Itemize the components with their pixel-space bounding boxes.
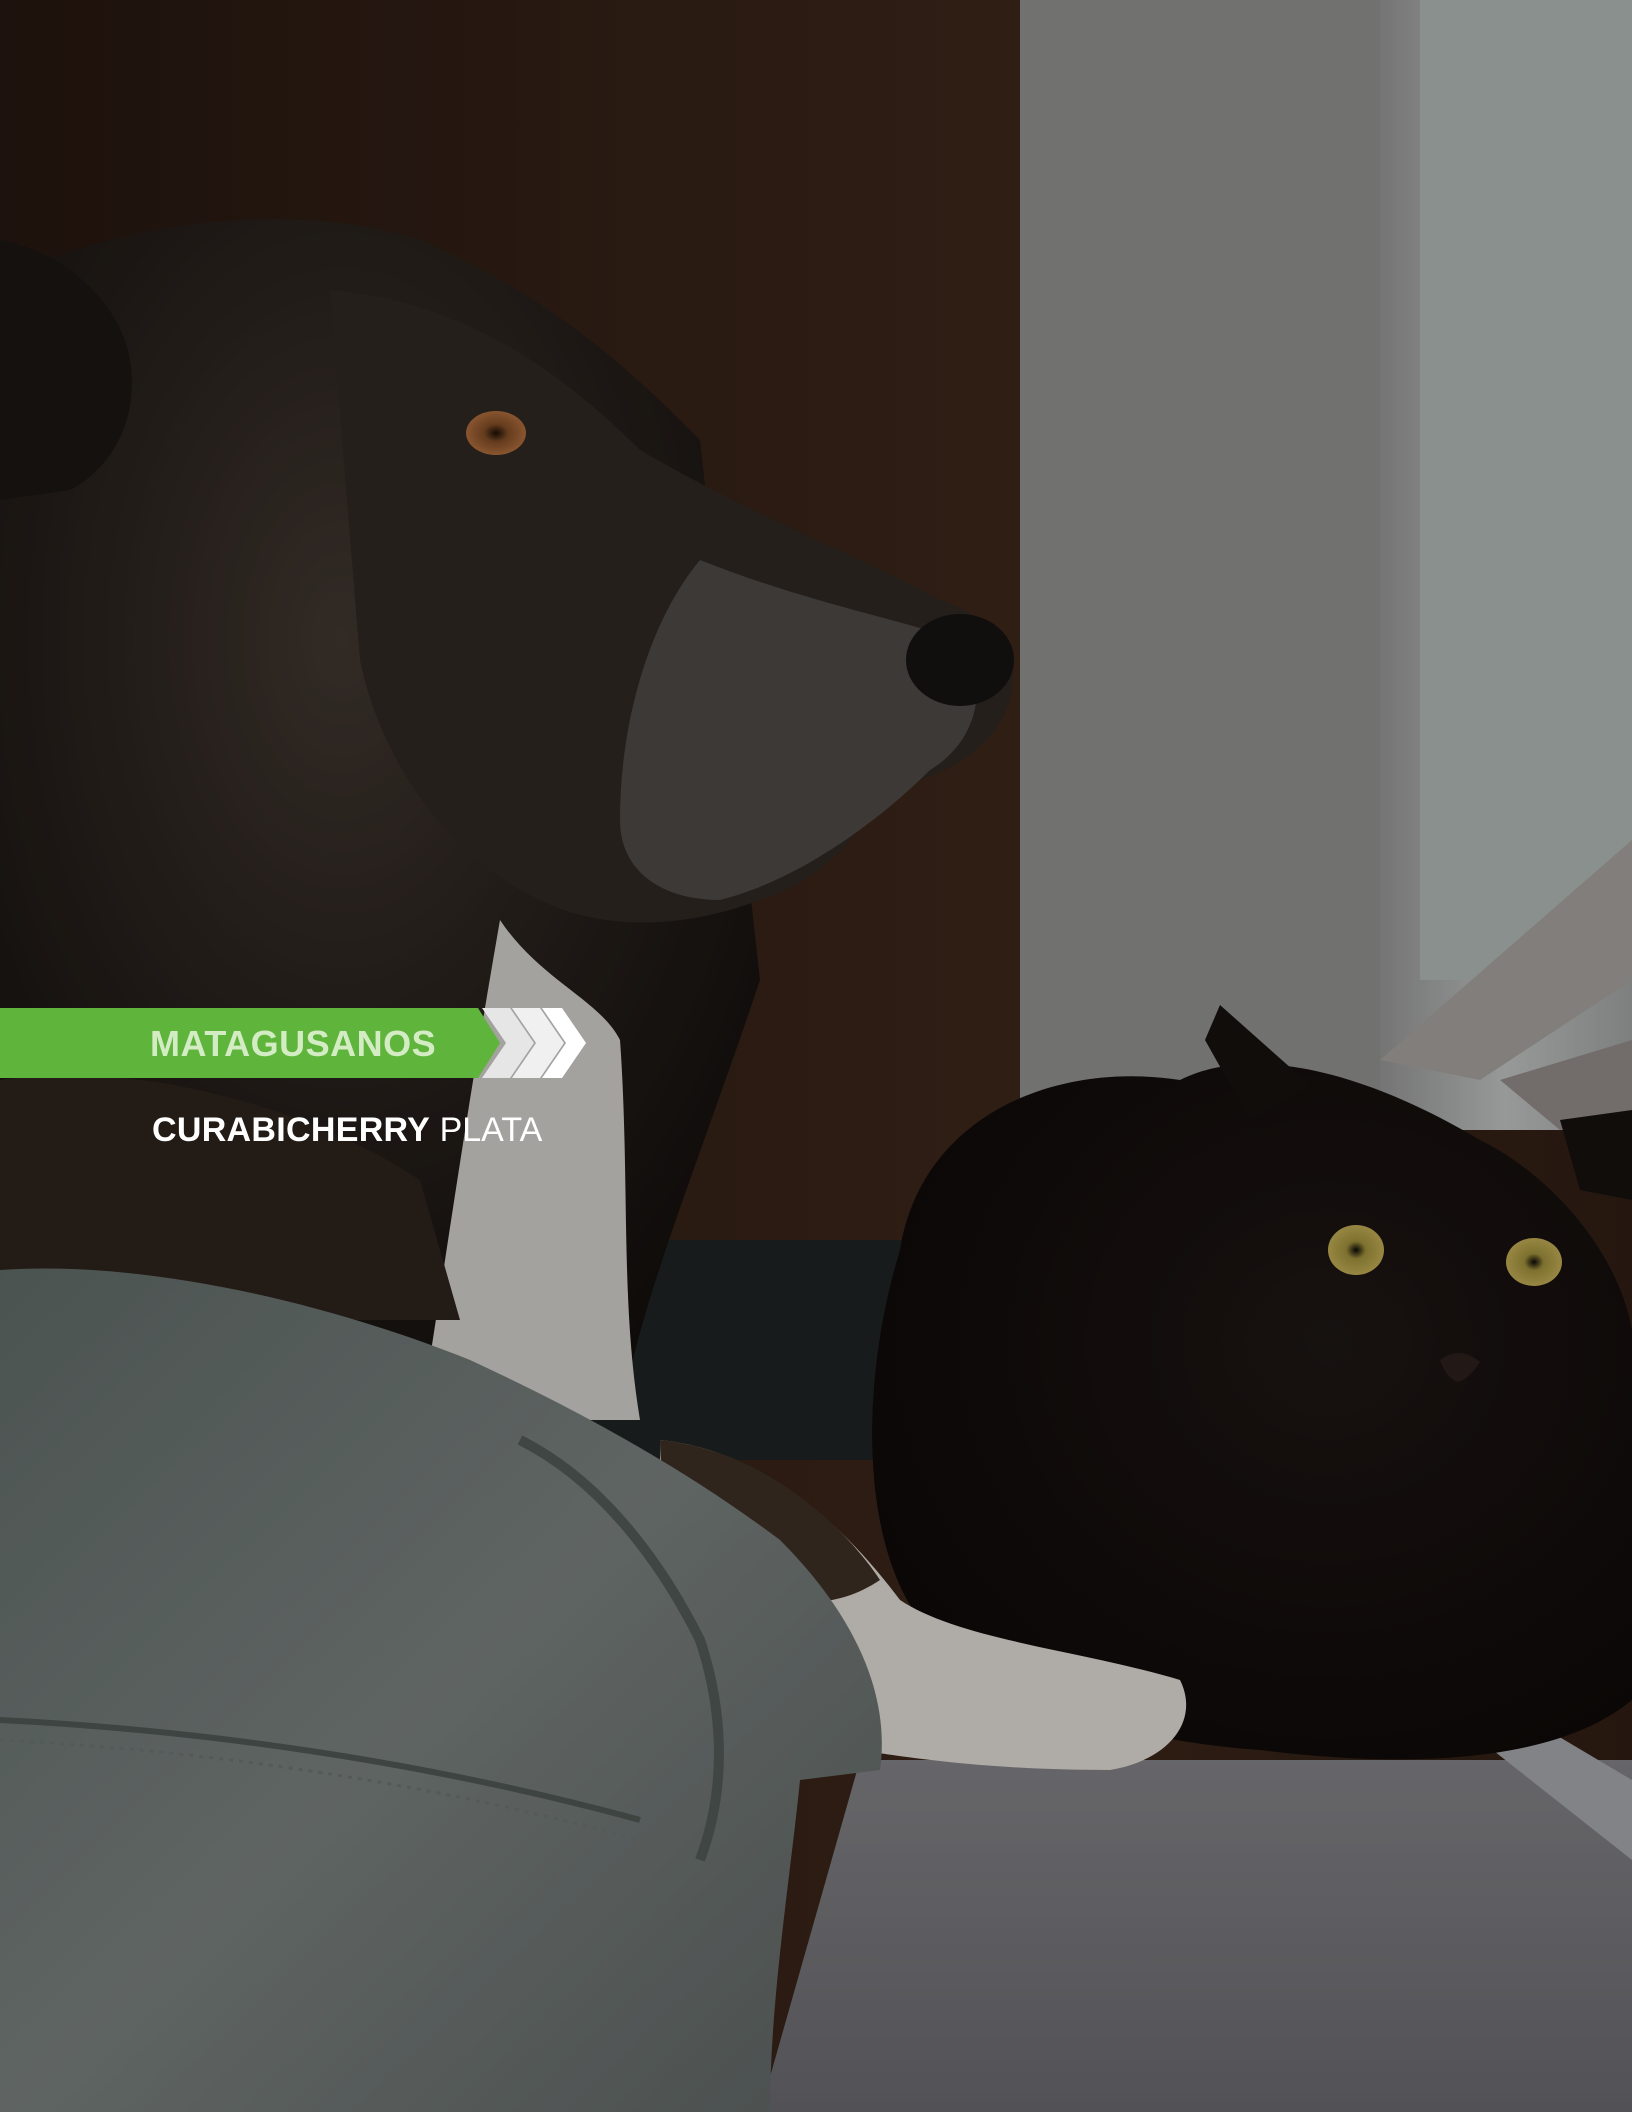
product-name: CURABICHERRY: [152, 1111, 431, 1149]
category-banner: MATAGUSANOS: [0, 1008, 590, 1078]
page: MATAGUSANOS CURABICHERRY PLATA: [0, 0, 1632, 2112]
product-title: CURABICHERRY PLATA: [152, 1110, 542, 1150]
product-variant: PLATA: [439, 1111, 543, 1149]
category-label: MATAGUSANOS: [150, 1023, 437, 1064]
